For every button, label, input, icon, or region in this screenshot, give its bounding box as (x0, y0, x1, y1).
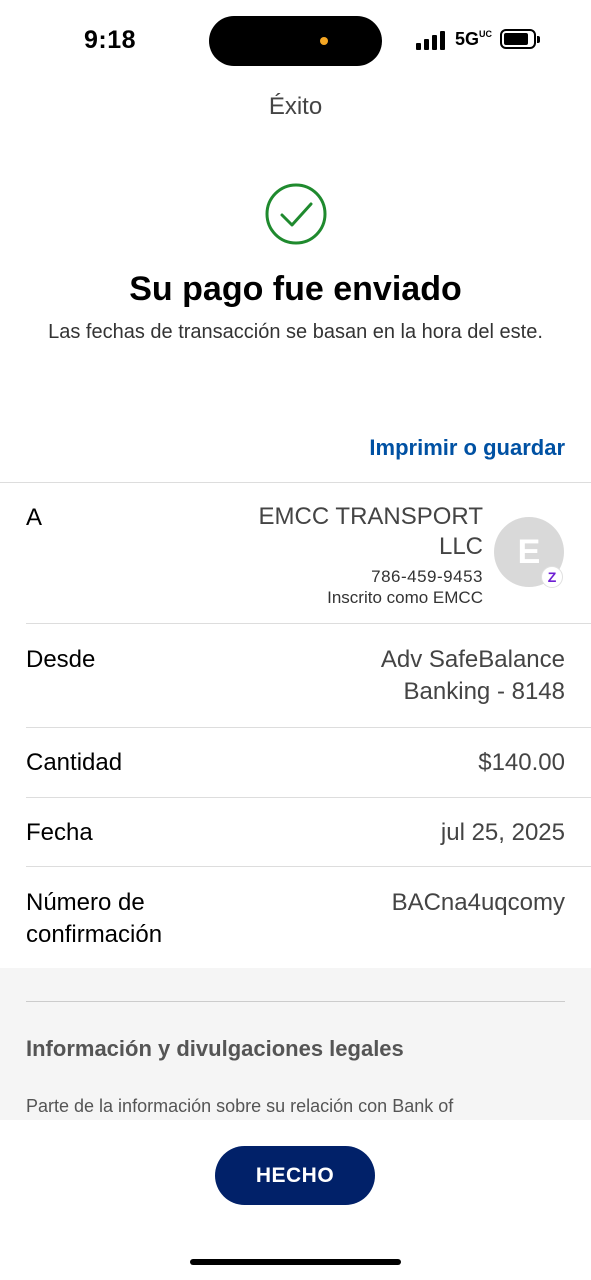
done-button[interactable]: HECHO (215, 1146, 375, 1205)
legal-heading: Información y divulgaciones legales (26, 1036, 404, 1061)
amount-value: $140.00 (478, 749, 565, 776)
from-account-value: Adv SafeBalance Banking - 8148 (380, 646, 565, 705)
checkmark-circle-icon (265, 183, 327, 245)
status-bar: 9:18 5GUC (0, 0, 591, 80)
divider (26, 866, 591, 867)
from-label: Desde (26, 646, 96, 673)
home-indicator[interactable] (190, 1259, 401, 1265)
divider (26, 727, 591, 728)
divider (26, 1001, 565, 1002)
confirmation-number: BACna4uqcomy (391, 889, 565, 916)
success-headline: Su pago fue enviado (129, 270, 462, 308)
date-label: Fecha (26, 819, 93, 846)
divider (0, 482, 591, 483)
divider (26, 623, 591, 624)
privacy-indicator-dot (320, 37, 328, 45)
to-label: A (26, 504, 43, 531)
page-title: Éxito (268, 93, 323, 120)
recipient-name: EMCC TRANSPORT LLC (258, 503, 483, 560)
confirmation-label: Número de confirmación (26, 889, 163, 948)
battery-icon (500, 29, 540, 49)
divider (26, 797, 591, 798)
cellular-signal-icon (416, 30, 446, 50)
recipient-enrolled-name: Inscrito como EMCC (327, 588, 483, 607)
print-or-save-link[interactable]: Imprimir o guardar (369, 435, 565, 461)
network-type-label: 5GUC (455, 29, 493, 49)
dynamic-island (209, 16, 382, 66)
status-time: 9:18 (84, 26, 137, 54)
date-value: jul 25, 2025 (440, 819, 565, 846)
amount-label: Cantidad (26, 749, 123, 776)
recipient-phone: 786-459-9453 (371, 567, 483, 586)
zelle-icon: Z (541, 566, 563, 588)
avatar-initial: E (517, 532, 541, 571)
timezone-note: Las fechas de transacción se basan en la… (48, 321, 543, 343)
zelle-badge-glyph: Z (547, 569, 557, 585)
legal-text: Parte de la información sobre su relació… (26, 1096, 454, 1116)
